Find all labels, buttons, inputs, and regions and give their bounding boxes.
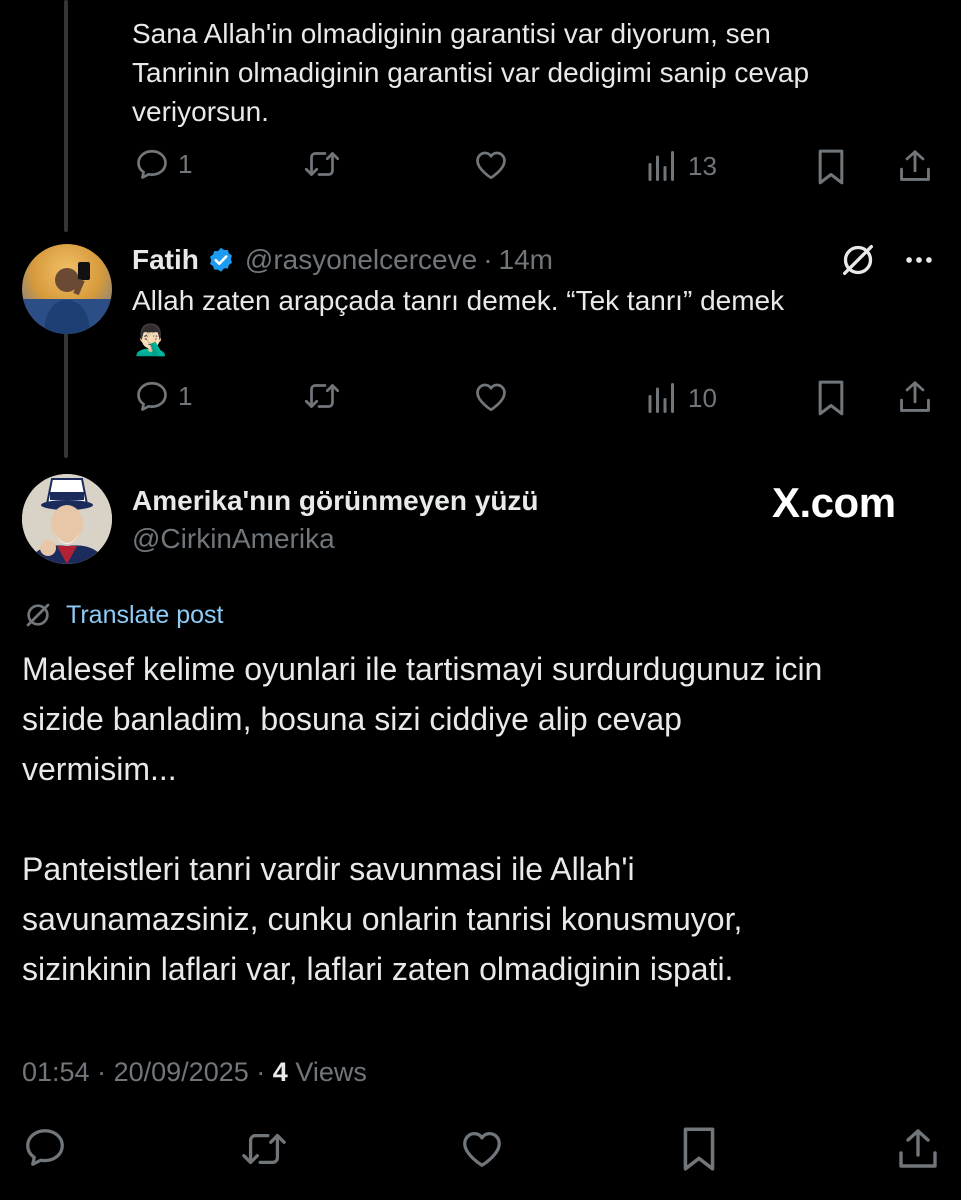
avatar-fatih[interactable] xyxy=(22,244,112,334)
share-button[interactable] xyxy=(894,1124,942,1174)
tweet-time[interactable]: 14m xyxy=(499,244,553,276)
bookmark-icon xyxy=(814,147,848,187)
reply-button[interactable]: 1 xyxy=(134,378,192,414)
thread-line-middle xyxy=(64,318,68,458)
share-icon xyxy=(894,1124,942,1174)
bookmark-icon xyxy=(678,1124,720,1174)
share-icon xyxy=(896,146,934,186)
bookmark-button[interactable] xyxy=(678,1124,720,1174)
bookmark-icon xyxy=(814,378,848,418)
reply-count: 1 xyxy=(178,380,193,411)
tweet-date[interactable]: 20/09/2025 xyxy=(114,1057,249,1087)
reply-icon xyxy=(134,378,170,414)
facepalm-emoji: 🤦🏻‍♂️ xyxy=(132,324,170,357)
author-name[interactable]: Fatih xyxy=(132,244,199,276)
reply-icon xyxy=(22,1124,68,1170)
grok-icon[interactable] xyxy=(838,240,878,280)
tweet-time[interactable]: 01:54 xyxy=(22,1057,90,1087)
avatar-cirkinamerika[interactable] xyxy=(22,474,112,564)
views-icon xyxy=(644,380,680,416)
reply-icon xyxy=(134,146,170,182)
views-count[interactable]: 4 xyxy=(273,1057,288,1087)
share-icon xyxy=(896,377,934,417)
translate-post-link[interactable]: Translate post xyxy=(22,598,223,632)
author-handle[interactable]: @rasyonelcerceve xyxy=(245,244,477,276)
avatar-fatih-image xyxy=(22,262,112,334)
x-com-watermark: X.com xyxy=(772,479,896,526)
main-author-name[interactable]: Amerika'nın görünmeyen yüzü xyxy=(132,482,539,520)
tweet-2-header: Fatih @rasyonelcerceve · 14m xyxy=(132,240,553,280)
retweet-button[interactable] xyxy=(302,378,342,414)
bookmark-button[interactable] xyxy=(814,378,848,418)
views-icon xyxy=(644,148,680,184)
tweet-2-text: Allah zaten arapçada tanrı demek. “Tek t… xyxy=(132,281,932,362)
like-button[interactable] xyxy=(472,379,510,415)
reply-button[interactable] xyxy=(22,1124,68,1170)
reply-button[interactable]: 1 xyxy=(134,146,192,182)
translate-post-label[interactable]: Translate post xyxy=(66,601,223,630)
avatar-cirkinamerika-image xyxy=(22,474,112,564)
views-button[interactable]: 13 xyxy=(644,148,717,184)
retweet-button[interactable] xyxy=(238,1126,290,1172)
retweet-icon xyxy=(302,378,342,414)
tweet-1-text: Sana Allah'in olmadiginin garantisi var … xyxy=(132,18,810,127)
views-button[interactable]: 10 xyxy=(644,380,717,416)
share-button[interactable] xyxy=(896,377,934,417)
views-count: 10 xyxy=(688,382,717,413)
retweet-icon xyxy=(238,1126,290,1172)
like-icon xyxy=(472,147,510,183)
bookmark-button[interactable] xyxy=(814,147,848,187)
translate-icon xyxy=(22,599,54,631)
verified-badge-icon xyxy=(207,246,235,274)
like-button[interactable] xyxy=(472,147,510,183)
tweet-meta: 01:54 · 20/09/2025 · 4 Views xyxy=(22,1057,367,1087)
like-icon xyxy=(458,1126,506,1172)
share-button[interactable] xyxy=(896,146,934,186)
like-button[interactable] xyxy=(458,1126,506,1172)
main-tweet-text: Malesef kelime oyunlari ile tartismayi s… xyxy=(22,644,942,994)
retweet-button[interactable] xyxy=(302,146,342,182)
views-label[interactable]: Views xyxy=(295,1057,367,1087)
main-author-handle[interactable]: @CirkinAmerika xyxy=(132,520,335,558)
header-separator: · xyxy=(483,244,493,275)
views-count: 13 xyxy=(688,150,717,181)
more-icon[interactable] xyxy=(900,243,938,277)
retweet-icon xyxy=(302,146,342,182)
like-icon xyxy=(472,379,510,415)
reply-count: 1 xyxy=(178,148,193,179)
thread-line-top xyxy=(64,0,68,232)
